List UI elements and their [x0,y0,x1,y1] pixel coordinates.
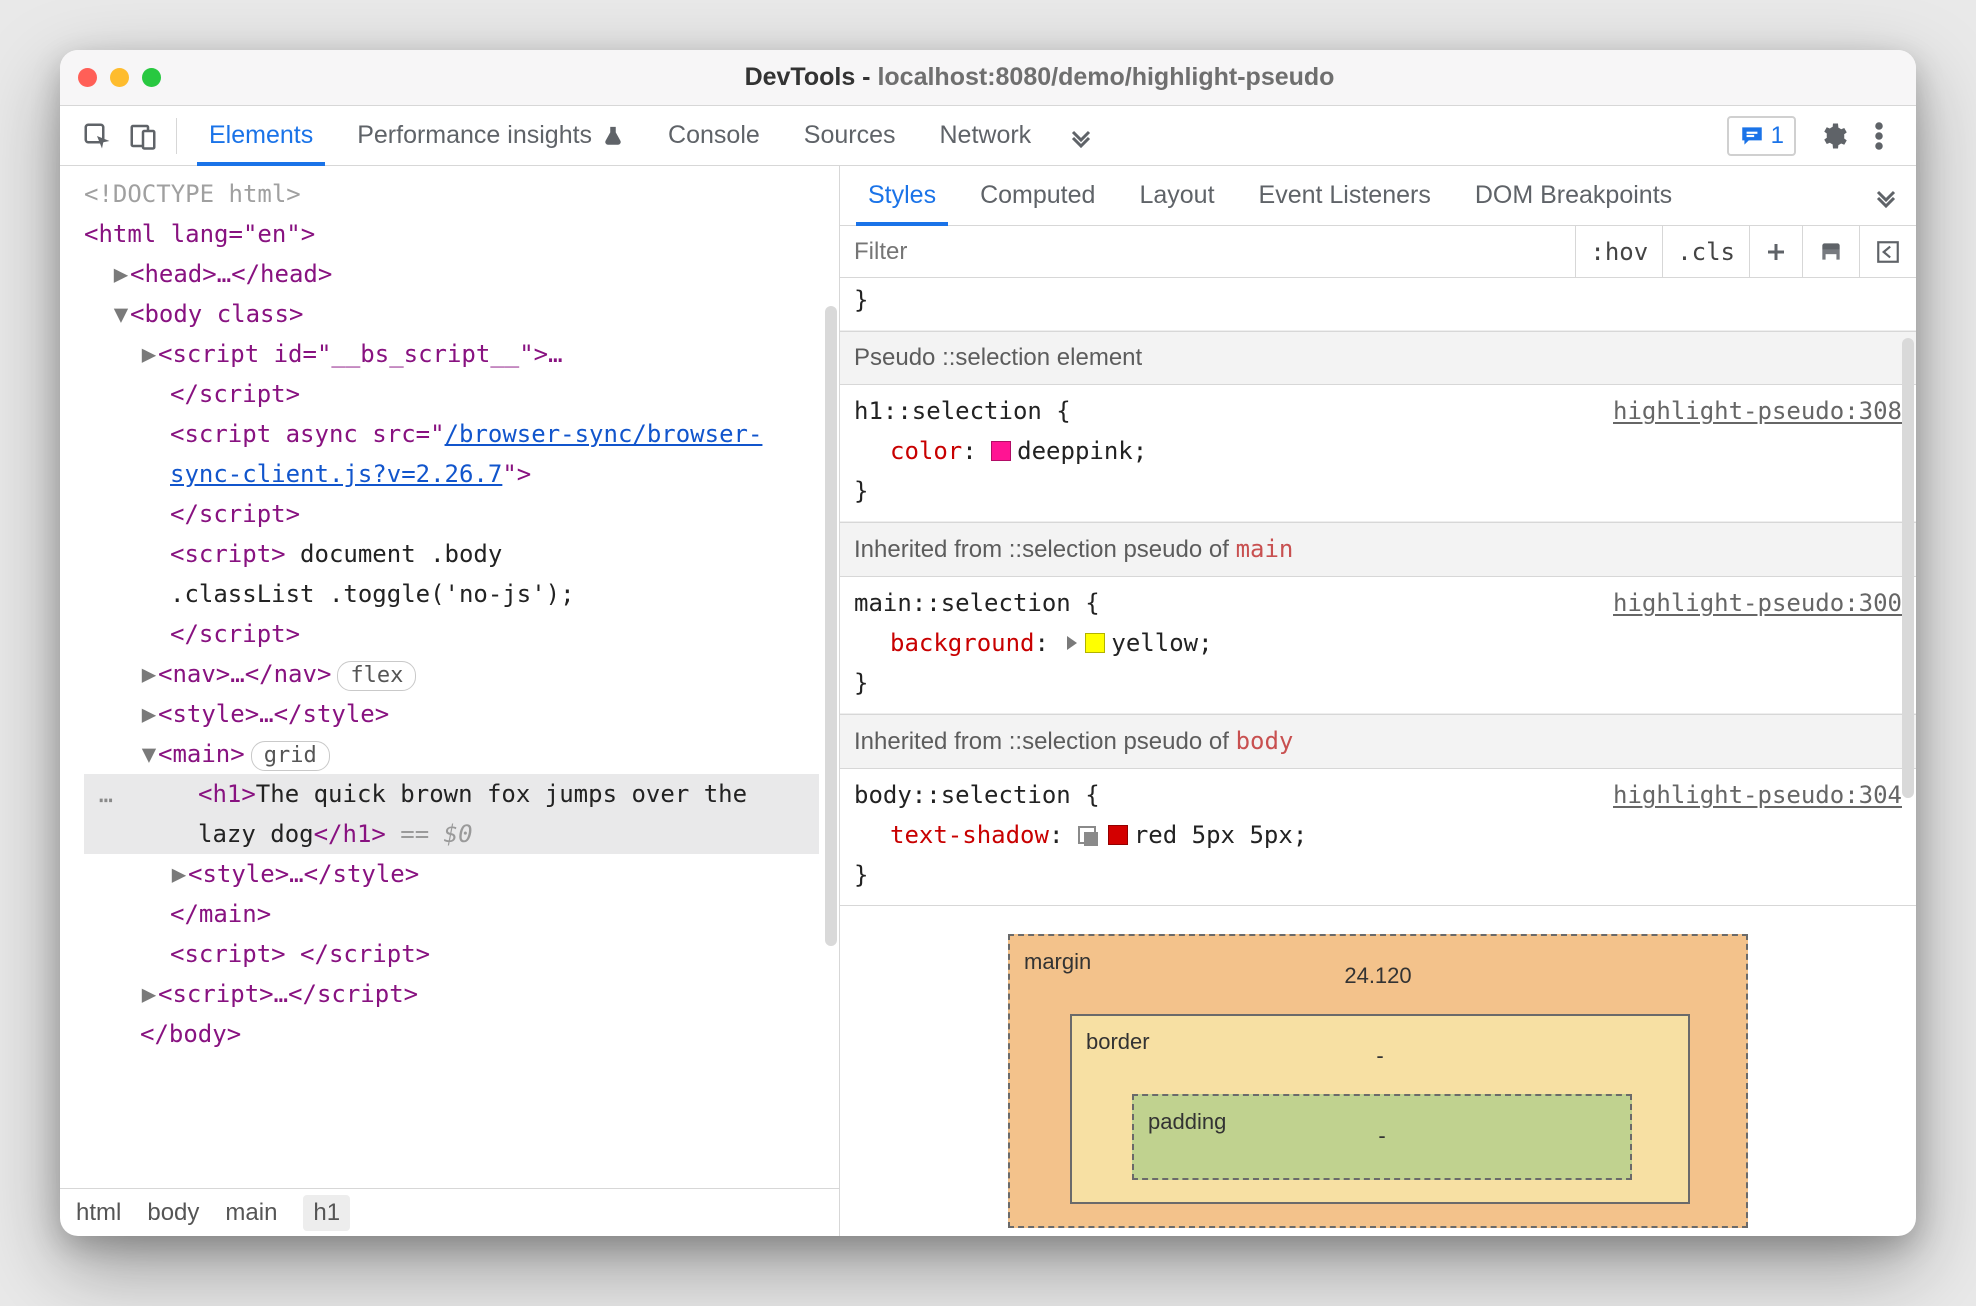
tab-network[interactable]: Network [918,106,1054,165]
dom-h1-selected[interactable]: <h1>The quick brown fox jumps over the l… [84,774,819,854]
dom-main-close[interactable]: </main> [84,894,819,934]
rule-body-selection[interactable]: body::selection { highlight-pseudo:304 t… [840,769,1916,906]
traffic-lights [78,68,161,87]
kebab-menu-icon[interactable] [1856,113,1902,159]
panel-tabs: Elements Performance insights Console So… [187,106,1109,165]
padding-top-value[interactable]: - [1194,1116,1570,1156]
color-swatch[interactable] [991,441,1011,461]
scrollbar[interactable] [1902,338,1914,798]
dom-script-bs[interactable]: ▶<script id="__bs_script__">… [84,334,819,374]
flask-icon [602,125,624,147]
dom-main[interactable]: ▼<main>grid [84,734,819,774]
dom-script-inline-2[interactable]: .classList .toggle('no-js'); [84,574,819,614]
layout-badge-grid[interactable]: grid [251,741,330,771]
sidebar-tab-dom-breakpoints[interactable]: DOM Breakpoints [1453,166,1694,225]
dom-body-close[interactable]: </body> [84,1014,819,1054]
box-model[interactable]: margin 24.120 border - padding - [840,906,1916,1228]
title-prefix: DevTools - [745,63,878,91]
dom-script-empty[interactable]: <script> </script> [84,934,819,974]
title-url: localhost:8080/demo/highlight-pseudo [877,63,1334,91]
main-toolbar: Elements Performance insights Console So… [60,106,1916,166]
zoom-window-button[interactable] [142,68,161,87]
crumb-main[interactable]: main [225,1199,277,1227]
minimize-window-button[interactable] [110,68,129,87]
inspect-element-icon[interactable] [74,113,120,159]
source-link[interactable]: highlight-pseudo:300 [1613,583,1902,623]
layout-badge-flex[interactable]: flex [337,661,416,691]
source-link[interactable]: highlight-pseudo:304 [1613,775,1902,815]
crumb-h1[interactable]: h1 [303,1195,350,1231]
source-link[interactable]: highlight-pseudo:308 [1613,391,1902,431]
section-inherited-main: Inherited from ::selection pseudo of mai… [840,522,1916,577]
styles-body: } Pseudo ::selection element h1::selecti… [840,278,1916,1236]
rule-cutoff[interactable]: } [840,278,1916,331]
sidebar-tab-layout[interactable]: Layout [1117,166,1236,225]
tab-elements[interactable]: Elements [187,106,335,165]
filter-input[interactable] [840,226,1575,277]
border-label: border [1086,1022,1150,1062]
sidebar-tab-listeners[interactable]: Event Listeners [1237,166,1453,225]
crumb-html[interactable]: html [76,1199,121,1227]
dom-style-2[interactable]: ▶<style>…</style> [84,854,819,894]
dom-script-inline[interactable]: <script> document .body [84,534,819,574]
class-toggle-button[interactable]: .cls [1662,226,1749,277]
filter-bar: :hov .cls [840,226,1916,278]
tab-performance-insights[interactable]: Performance insights [335,106,646,165]
section-inherited-body: Inherited from ::selection pseudo of bod… [840,714,1916,769]
dom-script-dots[interactable]: ▶<script>…</script> [84,974,819,1014]
window-title: DevTools - localhost:8080/demo/highlight… [181,63,1898,92]
computed-toggle-icon[interactable] [1859,226,1916,277]
devtools-window: DevTools - localhost:8080/demo/highlight… [60,50,1916,1236]
dom-script-inline-close[interactable]: </script> [84,614,819,654]
close-window-button[interactable] [78,68,97,87]
selector[interactable]: body::selection { [854,775,1100,815]
dom-script-async-close[interactable]: </script> [84,494,819,534]
scrollbar[interactable] [825,306,837,946]
elements-pane: <!DOCTYPE html> <html lang="en"> ▶<head>… [60,166,840,1236]
color-swatch[interactable] [1085,633,1105,653]
issues-count: 1 [1771,122,1784,150]
selector[interactable]: h1::selection { [854,391,1071,431]
crumb-body[interactable]: body [147,1199,199,1227]
issues-badge[interactable]: 1 [1727,116,1796,156]
more-tabs-icon[interactable] [1053,106,1109,165]
rule-h1-selection[interactable]: h1::selection { highlight-pseudo:308 col… [840,385,1916,522]
dom-body[interactable]: ▼<body class> [84,294,819,334]
device-toolbar-icon[interactable] [120,113,166,159]
tab-sources[interactable]: Sources [782,106,918,165]
sidebar-tab-styles[interactable]: Styles [846,166,958,225]
color-swatch[interactable] [1108,825,1128,845]
rule-main-selection[interactable]: main::selection { highlight-pseudo:300 b… [840,577,1916,714]
sidebar-tabs: Styles Computed Layout Event Listeners D… [840,166,1916,226]
shadow-editor-icon[interactable] [1078,826,1100,846]
padding-label: padding [1148,1102,1226,1142]
print-media-icon[interactable] [1802,226,1859,277]
margin-top-value[interactable]: 24.120 [1070,956,1686,996]
new-style-rule-icon[interactable] [1749,226,1802,277]
more-sidebar-tabs-icon[interactable] [1862,166,1910,225]
dom-script-bs-close[interactable]: </script> [84,374,819,414]
hover-toggle-button[interactable]: :hov [1575,226,1662,277]
dom-script-async[interactable]: <script async src="/browser-sync/browser… [84,414,819,494]
settings-icon[interactable] [1810,113,1856,159]
expand-shorthand-icon[interactable] [1067,636,1077,650]
styles-pane: Styles Computed Layout Event Listeners D… [840,166,1916,1236]
dom-style[interactable]: ▶<style>…</style> [84,694,819,734]
sidebar-tab-computed[interactable]: Computed [958,166,1117,225]
dom-nav[interactable]: ▶<nav>…</nav>flex [84,654,819,694]
hover-dots-icon[interactable]: ⋯ [86,780,126,820]
dom-doctype[interactable]: <!DOCTYPE html> [84,174,819,214]
dom-tree[interactable]: <!DOCTYPE html> <html lang="en"> ▶<head>… [60,174,839,1054]
border-top-value[interactable]: - [1132,1036,1628,1076]
dom-html[interactable]: <html lang="en"> [84,214,819,254]
margin-label: margin [1024,942,1091,982]
dom-head[interactable]: ▶<head>…</head> [84,254,819,294]
titlebar: DevTools - localhost:8080/demo/highlight… [60,50,1916,106]
message-icon [1739,123,1765,149]
breadcrumb: html body main h1 [60,1188,839,1236]
selector[interactable]: main::selection { [854,583,1100,623]
tab-console[interactable]: Console [646,106,782,165]
section-pseudo-selection: Pseudo ::selection element [840,331,1916,385]
